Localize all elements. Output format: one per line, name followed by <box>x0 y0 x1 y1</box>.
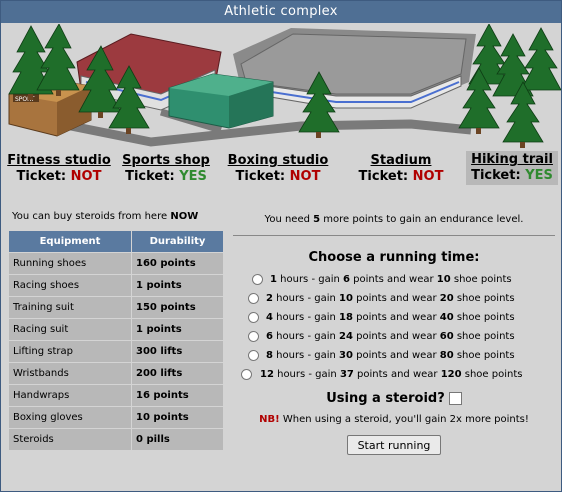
ticket-status: Ticket: NOT <box>16 169 102 184</box>
equipment-durability: 16 points <box>132 385 223 406</box>
equipment-durability: 1 points <box>132 319 223 340</box>
equipment-item: Lifting strap <box>9 341 131 362</box>
radio-button[interactable] <box>248 312 259 323</box>
complex-scene: SPORT <box>1 24 561 150</box>
option-label[interactable]: 8 hours - gain 30 points and wear 80 sho… <box>266 350 515 361</box>
running-panel: You need 5 more points to gain an endura… <box>233 211 555 455</box>
equipment-item: Boxing gloves <box>9 407 131 428</box>
equipment-durability: 0 pills <box>132 429 223 450</box>
steroid-notice: You can buy steroids from here NOW <box>12 211 199 222</box>
option-label[interactable]: 6 hours - gain 24 points and wear 60 sho… <box>266 331 515 342</box>
running-option[interactable]: 12 hours - gain 37 points and wear 120 s… <box>233 366 555 385</box>
endurance-message: You need 5 more points to gain an endura… <box>264 214 524 225</box>
running-option[interactable]: 8 hours - gain 30 points and wear 80 sho… <box>233 347 555 366</box>
steroid-checkbox[interactable] <box>448 392 462 405</box>
location-name[interactable]: Stadium <box>356 153 446 169</box>
table-row: Handwraps 16 points <box>9 385 223 406</box>
location-boxing-studio[interactable]: Boxing studio Ticket: NOT <box>226 153 330 185</box>
radio-button[interactable] <box>248 293 259 304</box>
radio-button[interactable] <box>248 350 259 361</box>
equipment-durability: 10 points <box>132 407 223 428</box>
location-stadium[interactable]: Stadium Ticket: NOT <box>356 153 446 185</box>
radio-button[interactable] <box>252 274 263 285</box>
steroid-note: NB! When using a steroid, you'll gain 2x… <box>259 414 529 425</box>
table-row: Racing suit 1 points <box>9 319 223 340</box>
equipment-item: Racing suit <box>9 319 131 340</box>
location-name[interactable]: Hiking trail <box>470 152 554 168</box>
equipment-item: Training suit <box>9 297 131 318</box>
steroid-question: Using a steroid? <box>233 391 555 406</box>
option-label[interactable]: 12 hours - gain 37 points and wear 120 s… <box>260 369 522 380</box>
location-name[interactable]: Boxing studio <box>226 153 330 169</box>
table-row: Wristbands 200 lifts <box>9 363 223 384</box>
equipment-item: Steroids <box>9 429 131 450</box>
table-row: Boxing gloves 10 points <box>9 407 223 428</box>
running-option[interactable]: 6 hours - gain 24 points and wear 60 sho… <box>233 328 555 347</box>
ticket-status: Ticket: YES <box>471 168 553 183</box>
location-list: Fitness studio Ticket: NOT Sports shop T… <box>1 151 561 193</box>
option-label[interactable]: 1 hours - gain 6 points and wear 10 shoe… <box>270 274 512 285</box>
equipment-durability: 150 points <box>132 297 223 318</box>
table-row: Lifting strap 300 lifts <box>9 341 223 362</box>
table-row: Steroids 0 pills <box>9 429 223 450</box>
radio-button[interactable] <box>241 369 252 380</box>
equipment-item: Running shoes <box>9 253 131 274</box>
equipment-durability: 160 points <box>132 253 223 274</box>
column-header-durability: Durability <box>132 231 223 252</box>
equipment-item: Wristbands <box>9 363 131 384</box>
radio-button[interactable] <box>248 331 259 342</box>
location-sports-shop[interactable]: Sports shop Ticket: YES <box>119 153 213 185</box>
ticket-status: Ticket: NOT <box>358 169 444 184</box>
equipment-panel: You can buy steroids from here NOW Equip… <box>8 211 228 451</box>
running-option[interactable]: 2 hours - gain 10 points and wear 20 sho… <box>233 290 555 309</box>
equipment-item: Racing shoes <box>9 275 131 296</box>
running-option[interactable]: 1 hours - gain 6 points and wear 10 shoe… <box>233 271 555 290</box>
table-row: Training suit 150 points <box>9 297 223 318</box>
window-title: Athletic complex <box>1 1 561 23</box>
option-label[interactable]: 2 hours - gain 10 points and wear 20 sho… <box>266 293 515 304</box>
location-hiking-trail[interactable]: Hiking trail Ticket: YES <box>466 151 558 185</box>
ticket-status: Ticket: NOT <box>235 169 321 184</box>
equipment-durability: 300 lifts <box>132 341 223 362</box>
option-label[interactable]: 4 hours - gain 18 points and wear 40 sho… <box>266 312 515 323</box>
table-header-row: Equipment Durability <box>9 231 223 252</box>
running-option[interactable]: 4 hours - gain 18 points and wear 40 sho… <box>233 309 555 328</box>
divider <box>233 235 555 236</box>
equipment-item: Handwraps <box>9 385 131 406</box>
table-row: Running shoes 160 points <box>9 253 223 274</box>
start-running-button[interactable]: Start running <box>346 435 442 455</box>
table-row: Racing shoes 1 points <box>9 275 223 296</box>
running-time-title: Choose a running time: <box>308 250 480 265</box>
running-options: 1 hours - gain 6 points and wear 10 shoe… <box>233 271 555 385</box>
location-name[interactable]: Sports shop <box>119 153 213 169</box>
athletic-complex-window: Athletic complex SPORT Fitness studio Ti… <box>0 0 562 492</box>
ticket-status: Ticket: YES <box>125 169 207 184</box>
equipment-table: Equipment Durability Running shoes 160 po… <box>8 230 224 451</box>
equipment-durability: 1 points <box>132 275 223 296</box>
location-fitness-studio[interactable]: Fitness studio Ticket: NOT <box>7 153 111 185</box>
column-header-equipment: Equipment <box>9 231 131 252</box>
location-name[interactable]: Fitness studio <box>7 153 111 169</box>
equipment-durability: 200 lifts <box>132 363 223 384</box>
